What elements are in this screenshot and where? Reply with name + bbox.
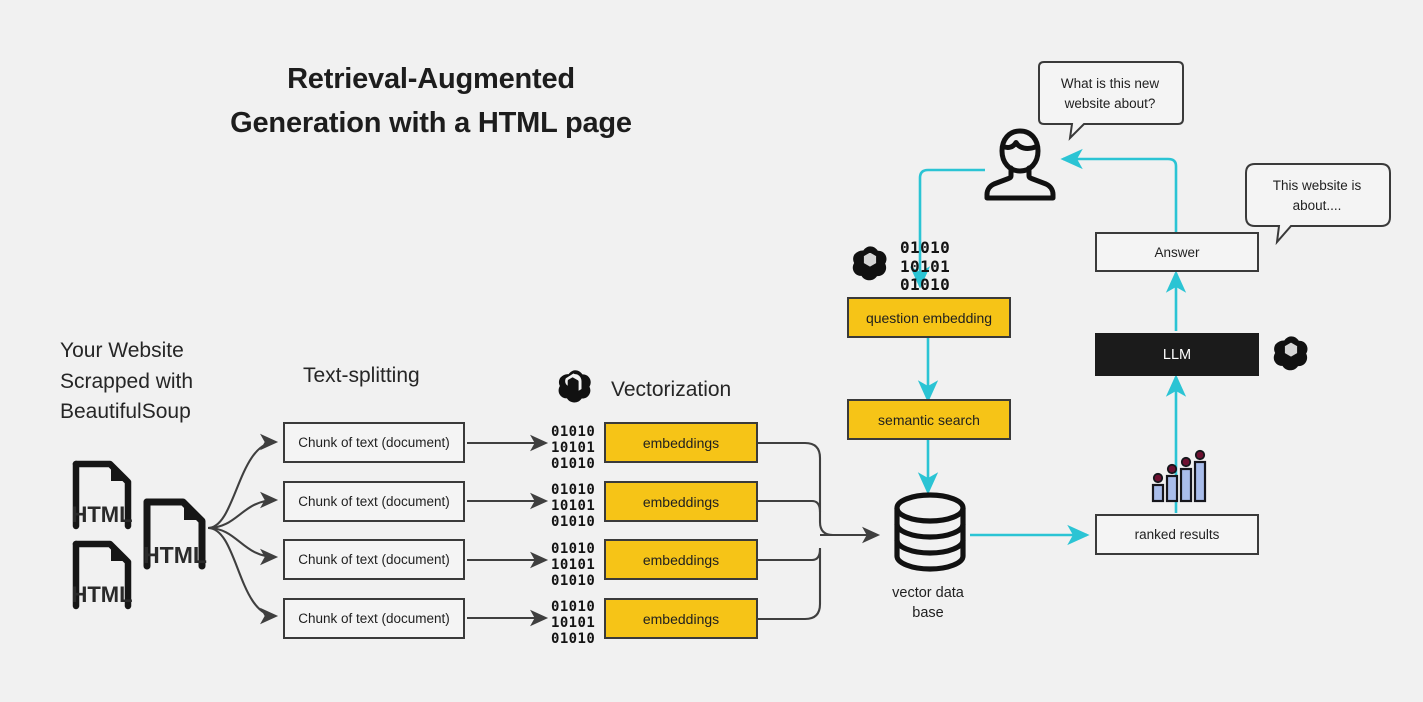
source-label: Your Website Scrapped with BeautifulSoup bbox=[60, 336, 260, 428]
question-bubble-text: What is this new website about? bbox=[1040, 74, 1180, 115]
html-file-icon-2: HTML bbox=[70, 538, 138, 623]
openai-logo-icon-vectorization bbox=[555, 367, 595, 412]
openai-logo-icon-query bbox=[849, 243, 891, 290]
embeddings-box-1-label: embeddings bbox=[642, 434, 720, 451]
openai-logo-icon-llm bbox=[1270, 333, 1312, 380]
ranked-results-label: ranked results bbox=[1134, 527, 1220, 542]
database-caption-line-2: base bbox=[912, 605, 944, 622]
binary-glyph-4: 01010 10101 01010 bbox=[551, 599, 596, 648]
html-file-icon-2-label: HTML bbox=[71, 582, 132, 607]
chunk-box-4[interactable]: Chunk of text (document) bbox=[283, 598, 465, 639]
embeddings-box-4[interactable]: embeddings bbox=[604, 598, 758, 639]
chunk-box-2-label: Chunk of text (document) bbox=[298, 494, 450, 509]
ranked-results-box[interactable]: ranked results bbox=[1095, 514, 1259, 555]
database-caption-line-1: vector data bbox=[892, 585, 964, 601]
semantic-search-label: semantic search bbox=[878, 411, 980, 428]
answer-label: Answer bbox=[1154, 244, 1200, 260]
embeddings-box-4-label: embeddings bbox=[642, 610, 720, 627]
llm-label: LLM bbox=[1162, 346, 1192, 363]
answer-bubble-line-2: about.... bbox=[1292, 198, 1342, 214]
question-embedding-label: question embedding bbox=[865, 309, 993, 326]
source-label-line-1: Your Website bbox=[60, 339, 184, 362]
embeddings-box-2-label: embeddings bbox=[642, 493, 720, 510]
database-caption: vector data base bbox=[848, 583, 1008, 624]
source-label-line-2: Scrapped with bbox=[60, 369, 194, 393]
bar-chart-icon bbox=[1148, 447, 1208, 510]
answer-bubble-line-1: This website is bbox=[1272, 178, 1362, 193]
binary-glyph-3: 01010 10101 01010 bbox=[551, 541, 596, 590]
question-bubble-line-2: website about? bbox=[1064, 96, 1156, 112]
embeddings-box-3[interactable]: embeddings bbox=[604, 539, 758, 580]
diagram-canvas: Retrieval-Augmented Generation with a HT… bbox=[0, 0, 1423, 702]
chunk-box-1-label: Chunk of text (document) bbox=[298, 435, 450, 450]
chunk-box-1[interactable]: Chunk of text (document) bbox=[283, 422, 465, 463]
title-line-2: Generation with a HTML page bbox=[230, 106, 632, 139]
chunk-box-4-label: Chunk of text (document) bbox=[298, 611, 450, 626]
html-file-icon-3: HTML bbox=[140, 496, 212, 585]
answer-bubble-text: This website is about.... bbox=[1247, 176, 1387, 217]
source-label-line-3: BeautifulSoup bbox=[60, 400, 191, 424]
question-bubble-line-1: What is this new bbox=[1060, 76, 1160, 91]
page-title: Retrieval-Augmented Generation with a HT… bbox=[196, 58, 666, 145]
title-line-1: Retrieval-Augmented bbox=[287, 63, 575, 95]
embeddings-box-3-label: embeddings bbox=[642, 551, 720, 568]
database-cylinder-icon bbox=[884, 490, 976, 587]
answer-box[interactable]: Answer bbox=[1095, 232, 1259, 272]
html-file-icon-1-label: HTML bbox=[71, 502, 132, 527]
semantic-search-box[interactable]: semantic search bbox=[847, 399, 1011, 440]
question-embedding-box[interactable]: question embedding bbox=[847, 297, 1011, 338]
chunk-box-2[interactable]: Chunk of text (document) bbox=[283, 481, 465, 522]
binary-glyph-question: 01010 10101 01010 bbox=[900, 238, 951, 295]
chunk-box-3-label: Chunk of text (document) bbox=[298, 552, 450, 567]
vectorization-heading: Vectorization bbox=[611, 378, 732, 401]
chunk-box-3[interactable]: Chunk of text (document) bbox=[283, 539, 465, 580]
embeddings-box-2[interactable]: embeddings bbox=[604, 481, 758, 522]
binary-glyph-2: 01010 10101 01010 bbox=[551, 482, 596, 531]
embeddings-box-1[interactable]: embeddings bbox=[604, 422, 758, 463]
text-splitting-heading: Text-splitting bbox=[303, 364, 420, 387]
llm-box[interactable]: LLM bbox=[1095, 333, 1259, 376]
binary-glyph-1: 01010 10101 01010 bbox=[551, 424, 596, 473]
html-file-icon-3-label: HTML bbox=[143, 542, 207, 568]
html-file-icon-1: HTML bbox=[70, 458, 138, 543]
